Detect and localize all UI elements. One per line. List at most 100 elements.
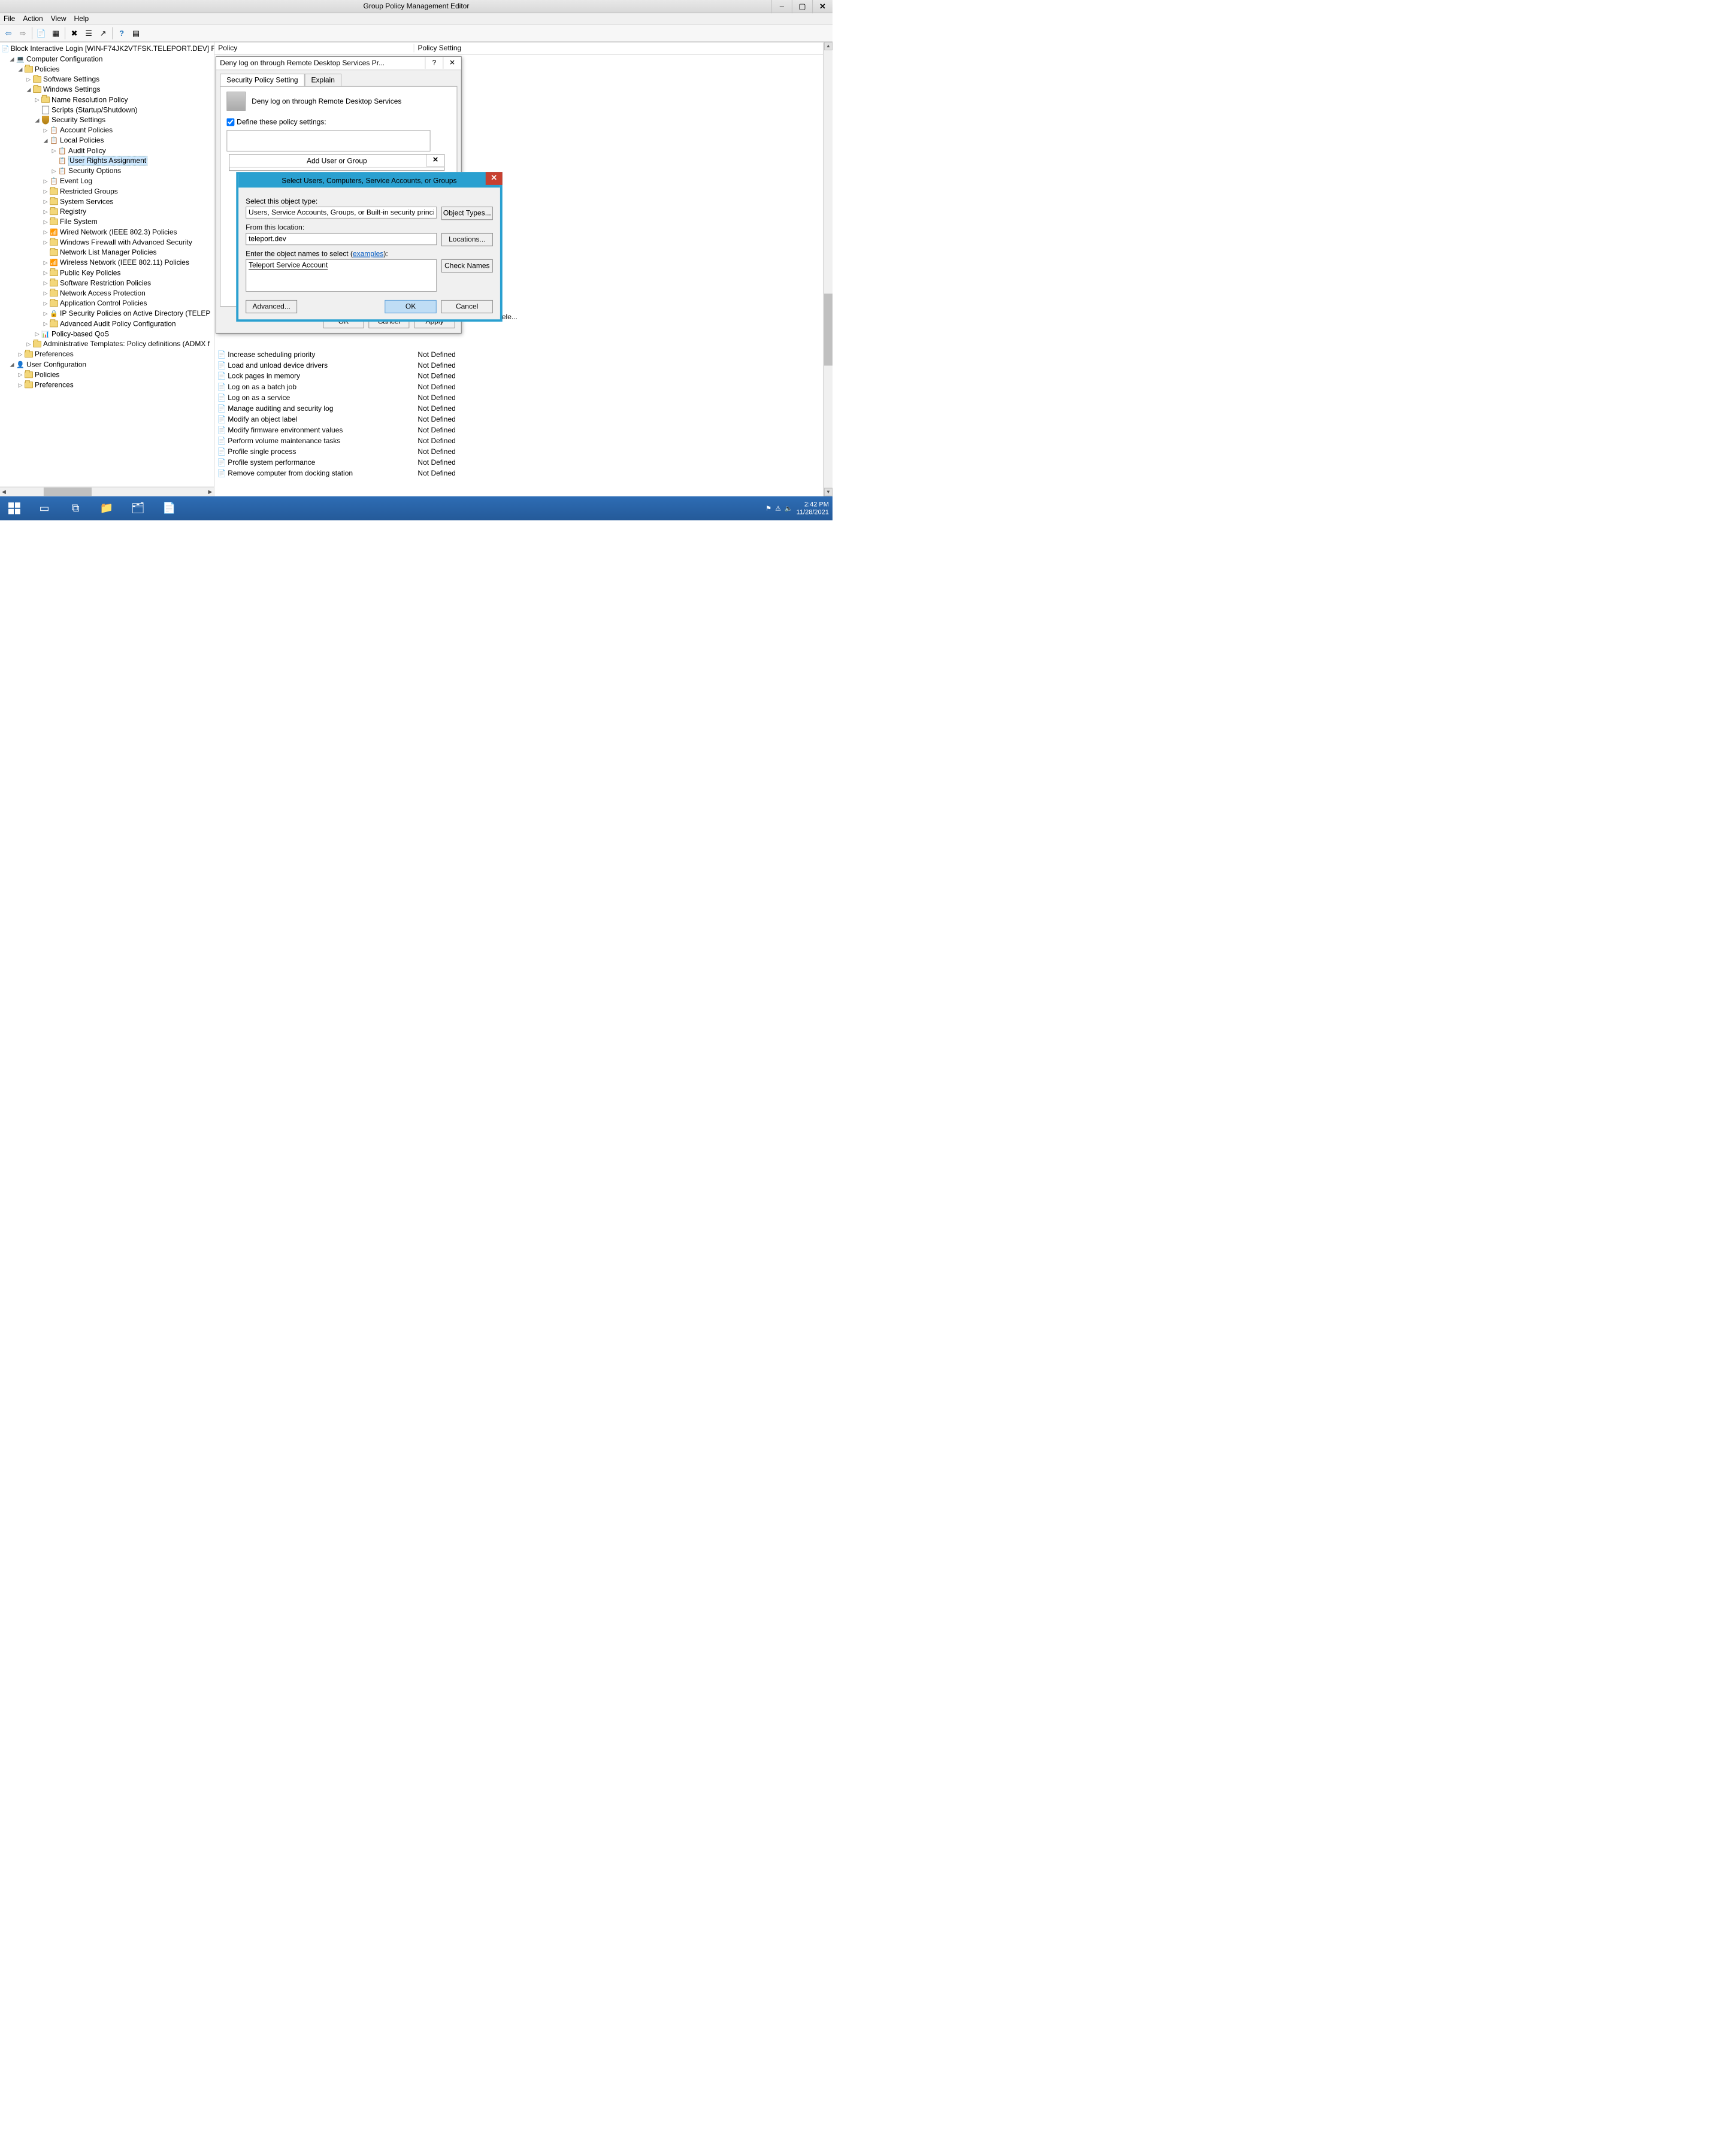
users-listbox[interactable] (226, 130, 430, 152)
tree-user-rights-assignment[interactable]: 📋User Rights Assignment (0, 156, 214, 166)
tray-volume-icon[interactable]: 🔈 (785, 504, 793, 512)
tree-preferences[interactable]: ▷Preferences (0, 349, 214, 359)
tree-ipsec[interactable]: ▷🔒IP Security Policies on Active Directo… (0, 308, 214, 319)
forward-button[interactable]: ⇨ (16, 27, 29, 40)
help-button[interactable]: ? (115, 27, 128, 40)
taskbar-clock[interactable]: 2:42 PM 11/28/2021 (797, 501, 829, 516)
tree-root[interactable]: 📄Block Interactive Login [WIN-F74JK2VTFS… (0, 44, 214, 54)
tree-qos[interactable]: ▷📊Policy-based QoS (0, 329, 214, 339)
dialog-close[interactable]: ✕ (443, 57, 461, 69)
tray-network-icon[interactable]: ⚠ (775, 504, 781, 512)
window-close[interactable]: ✕ (812, 0, 833, 13)
define-policy-checkbox[interactable] (226, 118, 234, 126)
tree-wired-network[interactable]: ▷📶Wired Network (IEEE 802.3) Policies (0, 227, 214, 237)
tree-file-system[interactable]: ▷File System (0, 217, 214, 227)
tab-security-policy-setting[interactable]: Security Policy Setting (220, 74, 304, 86)
advanced-button[interactable]: Advanced... (246, 300, 297, 313)
tree-user-policies[interactable]: ▷Policies (0, 370, 214, 380)
object-types-button[interactable]: Object Types... (441, 207, 493, 220)
window-maximize[interactable]: ▢ (792, 0, 812, 13)
policy-row-icon: 📄 (217, 447, 226, 456)
tree-wireless-network[interactable]: ▷📶Wireless Network (IEEE 802.11) Policie… (0, 258, 214, 268)
window-minimize[interactable]: – (771, 0, 792, 13)
tree-windows-settings[interactable]: ◢Windows Settings (0, 84, 214, 95)
locations-button[interactable]: Locations... (441, 233, 493, 246)
policy-row[interactable]: 📄Increase scheduling priorityNot Defined (214, 349, 833, 360)
taskbar-gpmc[interactable]: 🗂 (122, 496, 153, 520)
policy-row[interactable]: 📄Log on as a serviceNot Defined (214, 392, 833, 403)
menu-action[interactable]: Action (23, 15, 43, 23)
tree-adv-audit[interactable]: ▷Advanced Audit Policy Configuration (0, 319, 214, 329)
taskbar-notepad[interactable]: 📄 (153, 496, 184, 520)
tree-network-list[interactable]: Network List Manager Policies (0, 247, 214, 258)
properties-button[interactable]: ☰ (82, 27, 95, 40)
tree-admin-templates[interactable]: ▷Administrative Templates: Policy defini… (0, 339, 214, 349)
back-button[interactable]: ⇦ (2, 27, 15, 40)
tree-scripts[interactable]: Scripts (Startup/Shutdown) (0, 105, 214, 115)
policy-row[interactable]: 📄Load and unload device driversNot Defin… (214, 360, 833, 371)
export-button[interactable]: ↗ (96, 27, 110, 40)
policy-setting: Not Defined (414, 393, 455, 402)
tree-software-settings[interactable]: ▷Software Settings (0, 74, 214, 84)
policy-row[interactable]: 📄Remove computer from docking stationNot… (214, 468, 833, 479)
tab-explain[interactable]: Explain (305, 74, 341, 86)
tree-user-preferences[interactable]: ▷Preferences (0, 380, 214, 390)
tree-app-control[interactable]: ▷Application Control Policies (0, 298, 214, 308)
tree-nap[interactable]: ▷Network Access Protection (0, 288, 214, 298)
column-policy[interactable]: Policy (214, 44, 414, 53)
object-names-field[interactable]: Teleport Service Account (246, 259, 437, 292)
menu-view[interactable]: View (51, 15, 66, 23)
policy-row[interactable]: 📄Profile system performanceNot Defined (214, 457, 833, 468)
dialog-help[interactable]: ? (425, 57, 443, 69)
select-cancel-button[interactable]: Cancel (441, 300, 493, 313)
tree-local-policies[interactable]: ◢📋Local Policies (0, 135, 214, 146)
tree-public-key[interactable]: ▷Public Key Policies (0, 268, 214, 278)
policy-row[interactable]: 📄Modify firmware environment valuesNot D… (214, 425, 833, 435)
select-dialog-close[interactable]: ✕ (486, 172, 503, 185)
tree-name-resolution[interactable]: ▷Name Resolution Policy (0, 95, 214, 105)
tree-account-policies[interactable]: ▷📋Account Policies (0, 125, 214, 135)
column-policy-setting[interactable]: Policy Setting (414, 44, 522, 53)
policy-row[interactable]: 📄Perform volume maintenance tasksNot Def… (214, 435, 833, 446)
menu-file[interactable]: File (4, 15, 15, 23)
up-button[interactable]: 📄 (35, 27, 48, 40)
tree-computer-config[interactable]: ◢💻Computer Configuration (0, 54, 214, 64)
start-button[interactable] (0, 496, 29, 520)
taskbar-explorer[interactable]: 📁 (91, 496, 122, 520)
tree-horizontal-scrollbar[interactable]: ◀ ▶ (0, 486, 214, 496)
extra-button[interactable]: ▤ (129, 27, 143, 40)
policy-row[interactable]: 📄Manage auditing and security logNot Def… (214, 403, 833, 414)
tree-software-restriction[interactable]: ▷Software Restriction Policies (0, 278, 214, 288)
show-hide-tree-button[interactable]: ▦ (49, 27, 62, 40)
policy-row[interactable]: 📄Log on as a batch jobNot Defined (214, 381, 833, 392)
vertical-scrollbar[interactable]: ▲ ▼ (823, 42, 833, 496)
taskbar-server-manager[interactable]: ▭ (29, 496, 60, 520)
tree-event-log[interactable]: ▷📋Event Log (0, 176, 214, 186)
tree-system-services[interactable]: ▷System Services (0, 196, 214, 207)
tree-user-config[interactable]: ◢👤User Configuration (0, 359, 214, 370)
add-dialog-close[interactable]: ✕ (426, 155, 444, 166)
menu-help[interactable]: Help (74, 15, 89, 23)
tree-security-settings[interactable]: ◢Security Settings (0, 115, 214, 125)
tree-restricted-groups[interactable]: ▷Restricted Groups (0, 186, 214, 196)
select-dialog-titlebar[interactable]: Select Users, Computers, Service Account… (238, 174, 500, 187)
taskbar-powershell[interactable]: ⧉ (60, 496, 91, 520)
tree-audit-policy[interactable]: ▷📋Audit Policy (0, 146, 214, 156)
tray-flag-icon[interactable]: ⚑ (765, 504, 771, 512)
location-field[interactable] (246, 233, 437, 245)
tree-policies[interactable]: ◢Policies (0, 64, 214, 74)
policy-icon (226, 92, 246, 111)
tree-security-options[interactable]: ▷📋Security Options (0, 166, 214, 176)
dialog-titlebar[interactable]: Deny log on through Remote Desktop Servi… (216, 57, 461, 70)
tree-windows-firewall[interactable]: ▷Windows Firewall with Advanced Security (0, 237, 214, 247)
examples-link[interactable]: examples (353, 250, 383, 258)
add-dialog-titlebar[interactable]: Add User or Group ✕ (229, 155, 444, 168)
select-ok-button[interactable]: OK (385, 300, 437, 313)
tree-registry[interactable]: ▷Registry (0, 207, 214, 217)
policy-row[interactable]: 📄Modify an object labelNot Defined (214, 414, 833, 425)
policy-row[interactable]: 📄Lock pages in memoryNot Defined (214, 371, 833, 381)
check-names-button[interactable]: Check Names (441, 259, 493, 272)
delete-button[interactable]: ✖ (68, 27, 81, 40)
policy-row[interactable]: 📄Profile single processNot Defined (214, 446, 833, 457)
object-type-field[interactable] (246, 207, 437, 219)
